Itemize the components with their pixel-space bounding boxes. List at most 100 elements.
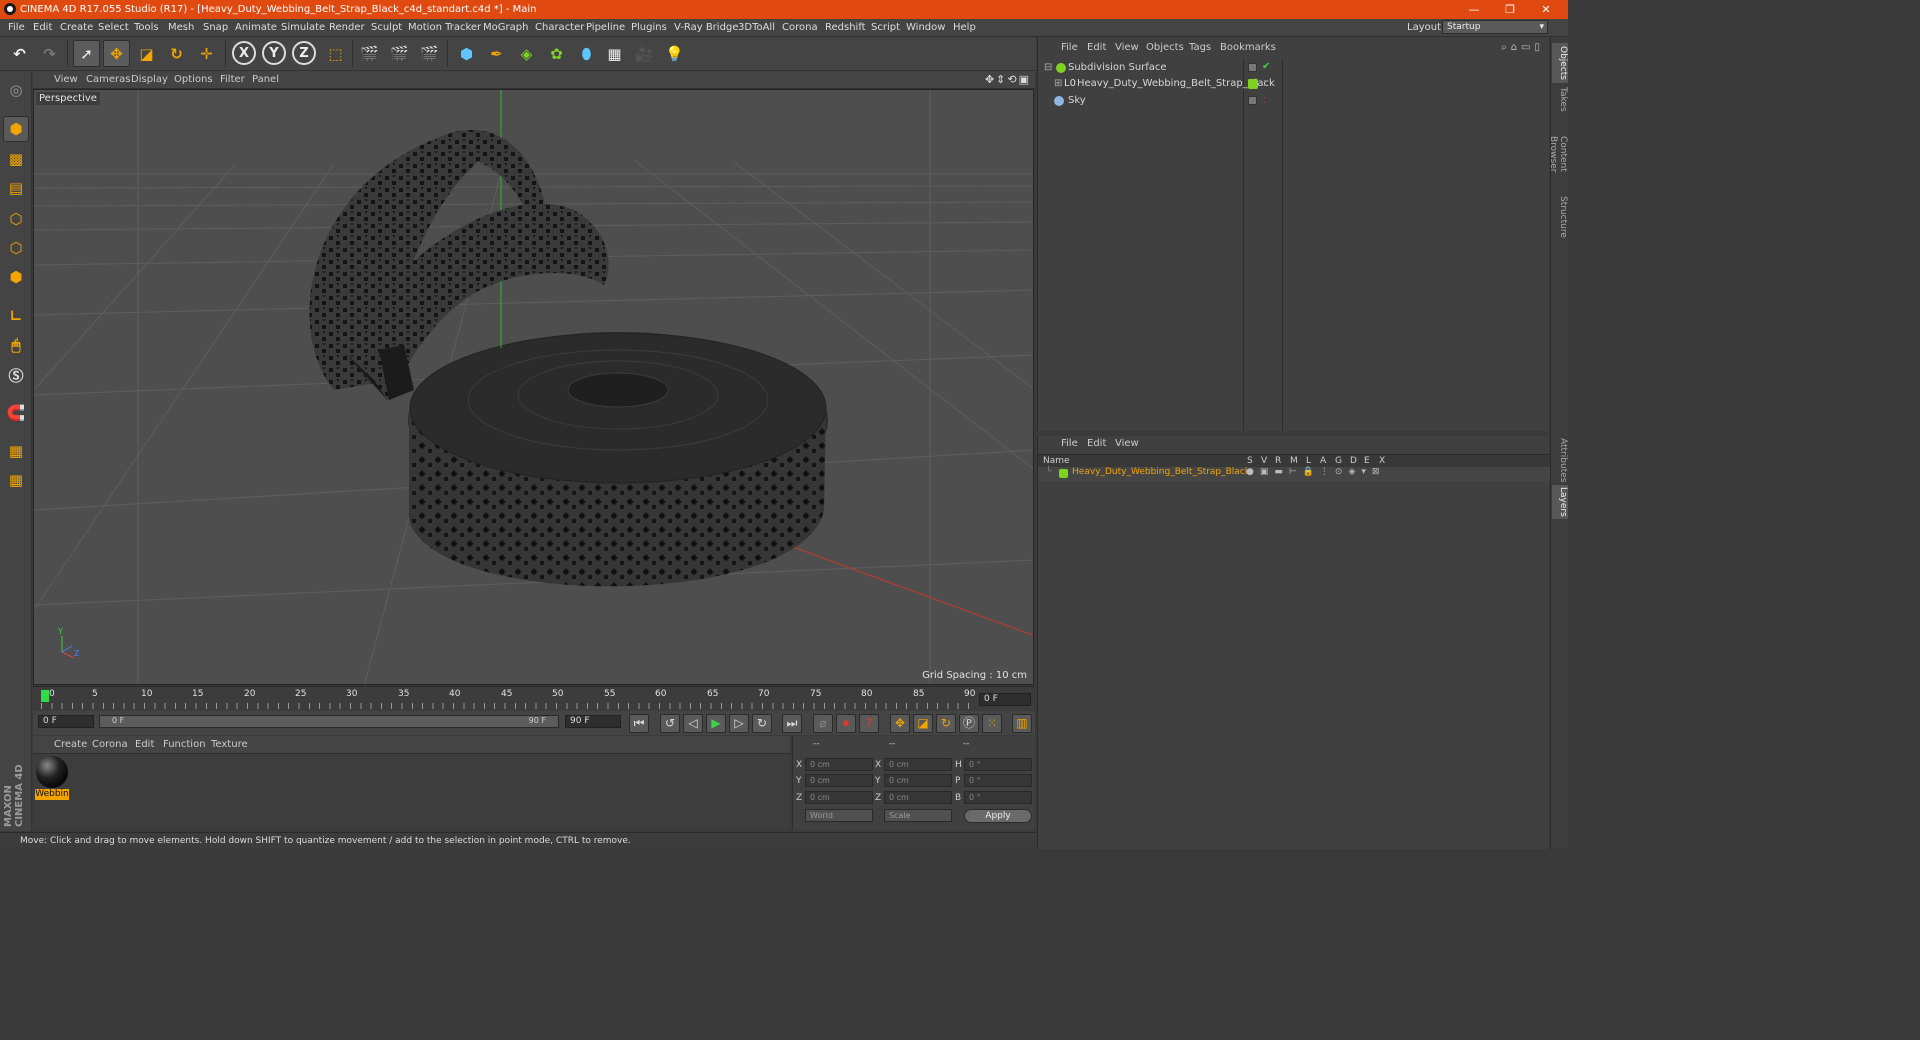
mat-menu-create[interactable]: Create bbox=[54, 739, 87, 750]
polygons-mode-button[interactable]: ⬢ bbox=[3, 264, 29, 290]
key-pla-button[interactable]: ⁙ bbox=[982, 714, 1002, 733]
axis-mode-button[interactable]: ∟ bbox=[3, 303, 29, 329]
tab-attributes[interactable]: Attributes bbox=[1552, 437, 1568, 483]
visibility-dots-icon[interactable]: ⁚ bbox=[1263, 76, 1266, 92]
end-frame-field[interactable]: 90 F bbox=[565, 715, 621, 728]
enabled-check-icon[interactable]: ✔ bbox=[1262, 59, 1270, 75]
menu-pipeline[interactable]: Pipeline bbox=[586, 22, 625, 33]
menu-animate[interactable]: Animate bbox=[235, 22, 277, 33]
auto-keying-button[interactable]: ? bbox=[859, 714, 879, 733]
timeline-ruler[interactable]: 0 5 10 15 20 25 30 35 40 45 50 55 60 65 … bbox=[33, 686, 1035, 714]
add-deformer-button[interactable]: ⬮ bbox=[573, 40, 600, 67]
scale-tool-button[interactable]: ◪ bbox=[133, 40, 160, 67]
edges-mode-button[interactable]: ⬡ bbox=[3, 235, 29, 261]
texture-mode-button[interactable]: ▩ bbox=[3, 146, 29, 172]
mat-menu-edit[interactable]: Edit bbox=[135, 739, 154, 750]
z-axis-lock-button[interactable]: Z bbox=[292, 41, 316, 65]
add-cube-button[interactable]: ⬢ bbox=[453, 40, 480, 67]
viewport-menu-panel[interactable]: Panel bbox=[252, 74, 279, 85]
size-mode-dropdown[interactable]: Scale bbox=[884, 809, 952, 822]
obj-menu-file[interactable]: File bbox=[1061, 42, 1078, 53]
layer-col-r[interactable]: R bbox=[1275, 456, 1281, 466]
menu-mograph[interactable]: MoGraph bbox=[483, 22, 528, 33]
menu-select[interactable]: Select bbox=[98, 22, 129, 33]
collapse-icon[interactable]: ⊟ bbox=[1044, 60, 1052, 76]
close-button[interactable]: ✕ bbox=[1528, 0, 1564, 19]
add-array-button[interactable]: ✿ bbox=[543, 40, 570, 67]
key-position-button[interactable]: ✥ bbox=[890, 714, 910, 733]
obj-menu-bookmarks[interactable]: Bookmarks bbox=[1220, 42, 1276, 53]
add-camera-button[interactable]: 🎥 bbox=[631, 40, 658, 67]
obj-menu-edit[interactable]: Edit bbox=[1087, 42, 1106, 53]
coordinate-system-button[interactable]: ⬚ bbox=[322, 40, 349, 67]
restore-button[interactable]: ❐ bbox=[1492, 0, 1528, 19]
model-mode-button[interactable]: ⬢ bbox=[3, 116, 29, 142]
layer-col-m[interactable]: M bbox=[1290, 456, 1298, 466]
size-y-field[interactable]: 0 cm bbox=[884, 774, 952, 787]
minimize-button[interactable]: — bbox=[1456, 0, 1492, 19]
menu-create[interactable]: Create bbox=[60, 22, 93, 33]
menu-snap[interactable]: Snap bbox=[203, 22, 228, 33]
record-keys-button[interactable]: ⏺ bbox=[836, 714, 856, 733]
menu-vray-bridge[interactable]: V-Ray Bridge bbox=[674, 22, 738, 33]
layer-col-a[interactable]: A bbox=[1320, 456, 1326, 466]
key-rotation-button[interactable]: ↻ bbox=[936, 714, 956, 733]
make-editable-button[interactable]: ◎ bbox=[3, 77, 29, 103]
viewport-menu-display[interactable]: Display bbox=[131, 74, 168, 85]
prev-frame-button[interactable]: ◁ bbox=[683, 714, 703, 733]
redo-button[interactable]: ↷ bbox=[36, 40, 63, 67]
size-z-field[interactable]: 0 cm bbox=[884, 791, 952, 804]
undo-button[interactable]: ↶ bbox=[6, 40, 33, 67]
layer-col-g[interactable]: G bbox=[1335, 456, 1342, 466]
size-x-field[interactable]: 0 cm bbox=[884, 758, 952, 771]
timeline-window-button[interactable]: ▥ bbox=[1012, 714, 1032, 733]
render-picture-viewer-button[interactable]: 🎬 bbox=[386, 40, 413, 67]
viewport-menu-filter[interactable]: Filter bbox=[220, 74, 245, 85]
magnet-button[interactable]: 🧲 bbox=[3, 400, 29, 426]
rotate-tool-button[interactable]: ↻ bbox=[163, 40, 190, 67]
viewport-menu-cameras[interactable]: Cameras bbox=[86, 74, 130, 85]
current-frame-field[interactable]: 0 F bbox=[979, 693, 1031, 706]
add-scene-button[interactable]: ▦ bbox=[601, 40, 628, 67]
start-frame-field[interactable]: 0 F bbox=[38, 715, 94, 728]
viewport-menu-view[interactable]: View bbox=[54, 74, 78, 85]
mat-menu-corona[interactable]: Corona bbox=[92, 739, 128, 750]
menu-help[interactable]: Help bbox=[953, 22, 976, 33]
layer-toggle-icons[interactable]: ●▣▬⊢🔒⋮⊙◈▾⊠ bbox=[1246, 467, 1385, 477]
tab-takes[interactable]: Takes bbox=[1552, 85, 1568, 113]
pos-x-field[interactable]: 0 cm bbox=[805, 758, 873, 771]
workplane-align-button[interactable]: ▦ bbox=[3, 467, 29, 493]
layer-menu-view[interactable]: View bbox=[1115, 438, 1139, 449]
render-view-button[interactable]: 🎬 bbox=[356, 40, 383, 67]
viewport-nav-icons[interactable]: ✥⇕⟲▣ bbox=[985, 73, 1031, 86]
mat-menu-texture[interactable]: Texture bbox=[211, 739, 248, 750]
workplane-lock-button[interactable]: ▦ bbox=[3, 438, 29, 464]
motion-record-button[interactable]: ⌀ bbox=[813, 714, 833, 733]
object-row-strap[interactable]: ⊞ L0 Heavy_Duty_Webbing_Belt_Strap_Black… bbox=[1042, 76, 1546, 92]
key-parameter-button[interactable]: Ⓟ bbox=[959, 714, 979, 733]
menu-render[interactable]: Render bbox=[329, 22, 365, 33]
y-axis-lock-button[interactable]: Y bbox=[262, 41, 286, 65]
layer-col-l[interactable]: L bbox=[1306, 456, 1311, 466]
tab-content-browser[interactable]: Content Browser bbox=[1548, 117, 1568, 191]
menu-plugins[interactable]: Plugins bbox=[631, 22, 667, 33]
add-spline-button[interactable]: ✒ bbox=[483, 40, 510, 67]
frame-range-slider[interactable]: 0 F 90 F bbox=[99, 715, 559, 728]
go-to-start-button[interactable]: ⏮ bbox=[629, 714, 649, 733]
add-nurbs-button[interactable]: ◈ bbox=[513, 40, 540, 67]
apply-button[interactable]: Apply bbox=[964, 809, 1032, 823]
points-mode-button[interactable]: ⬡ bbox=[3, 206, 29, 232]
3d-viewport[interactable]: Perspective Y Z Grid Spacing: 10 cm bbox=[33, 89, 1034, 685]
render-settings-button[interactable]: 🎬 bbox=[416, 40, 443, 67]
menu-file[interactable]: File bbox=[8, 22, 25, 33]
menu-edit[interactable]: Edit bbox=[33, 22, 52, 33]
tab-layers[interactable]: Layers bbox=[1552, 485, 1568, 519]
coordinate-space-dropdown[interactable]: World bbox=[805, 809, 873, 822]
menu-script[interactable]: Script bbox=[871, 22, 900, 33]
playhead-marker[interactable] bbox=[41, 690, 49, 702]
layer-menu-edit[interactable]: Edit bbox=[1087, 438, 1106, 449]
obj-menu-tags[interactable]: Tags bbox=[1189, 42, 1211, 53]
pos-z-field[interactable]: 0 cm bbox=[805, 791, 873, 804]
layer-col-d[interactable]: D bbox=[1350, 456, 1357, 466]
workplane-mode-button[interactable]: ▤ bbox=[3, 175, 29, 201]
